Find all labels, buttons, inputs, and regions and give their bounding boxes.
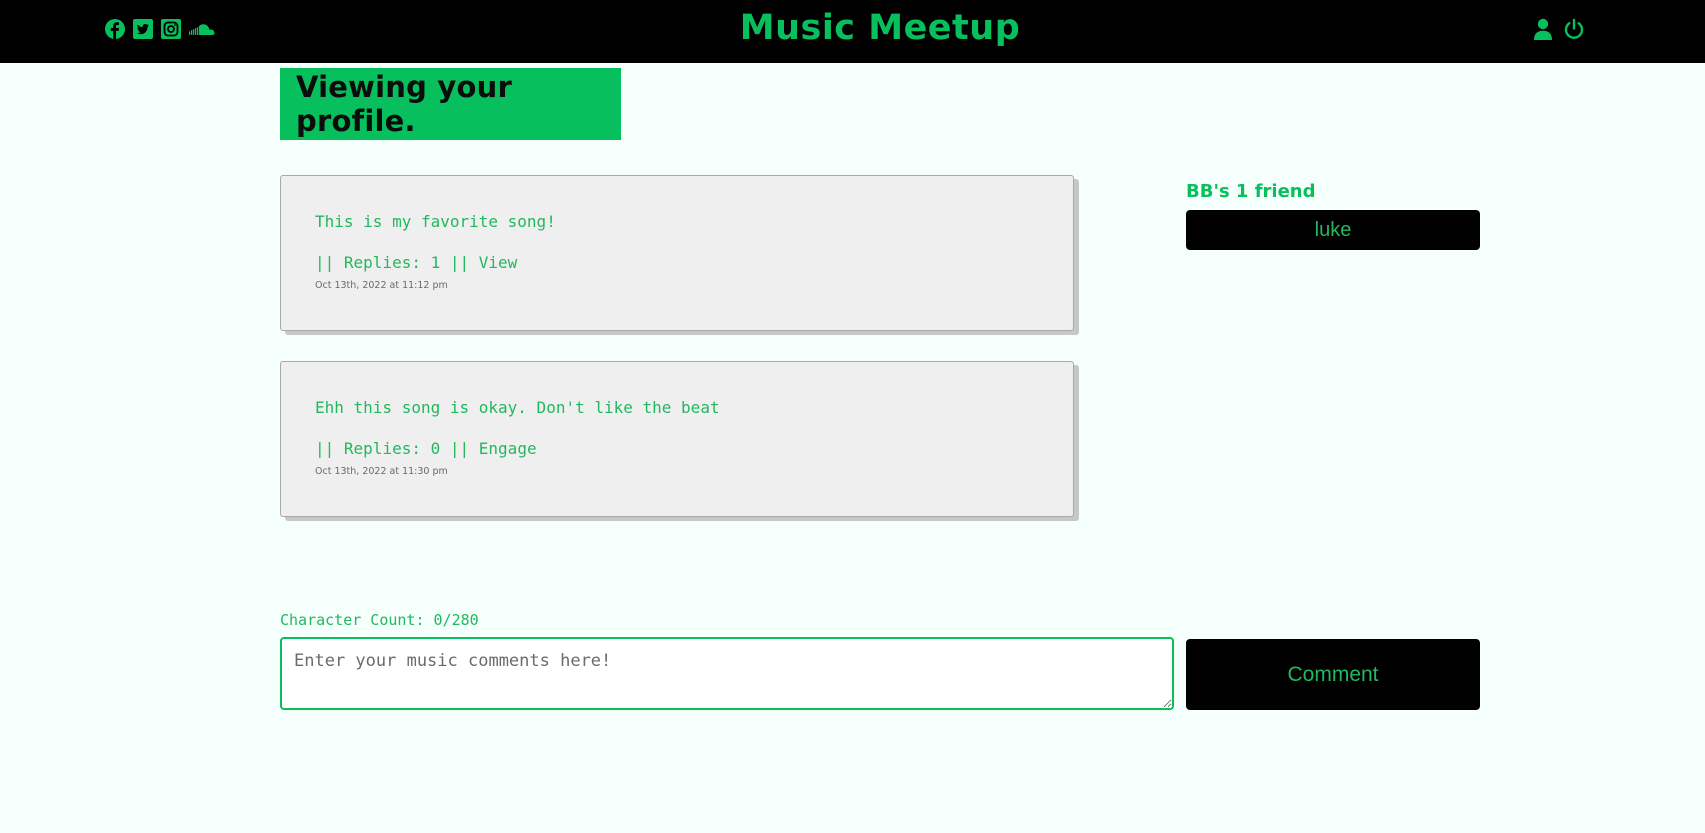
friends-heading: BB's 1 friend (1186, 181, 1316, 202)
profile-banner: Viewing your profile. (280, 68, 621, 140)
replies-count: Replies: 0 (343, 439, 441, 458)
friend-button-luke[interactable]: luke (1186, 210, 1480, 250)
top-navbar: Music Meetup (0, 0, 1705, 63)
power-icon[interactable] (1563, 18, 1585, 40)
post-meta: || Replies: 1 || View (315, 253, 517, 272)
user-icon[interactable] (1533, 18, 1553, 40)
post-timestamp: Oct 13th, 2022 at 11:12 pm (315, 280, 448, 291)
comment-input[interactable] (280, 637, 1174, 710)
post-meta: || Replies: 0 || Engage (315, 439, 537, 458)
post-text: Ehh this song is okay. Don't like the be… (315, 398, 720, 417)
post-text: This is my favorite song! (315, 212, 556, 231)
site-title[interactable]: Music Meetup (0, 8, 1705, 48)
engage-link[interactable]: Engage (479, 439, 537, 458)
comment-button[interactable]: Comment (1186, 639, 1480, 710)
character-count: Character Count: 0/280 (280, 611, 479, 629)
post-card: Ehh this song is okay. Don't like the be… (280, 361, 1074, 517)
view-replies-link[interactable]: View (479, 253, 518, 272)
post-timestamp: Oct 13th, 2022 at 11:30 pm (315, 466, 448, 477)
separator: || (315, 253, 335, 272)
user-controls (1533, 18, 1585, 40)
separator: || (449, 439, 470, 458)
separator: || (449, 253, 470, 272)
separator: || (315, 439, 335, 458)
post-card: This is my favorite song! || Replies: 1 … (280, 175, 1074, 331)
replies-count: Replies: 1 (343, 253, 441, 272)
profile-heading: Viewing your profile. (296, 70, 512, 138)
